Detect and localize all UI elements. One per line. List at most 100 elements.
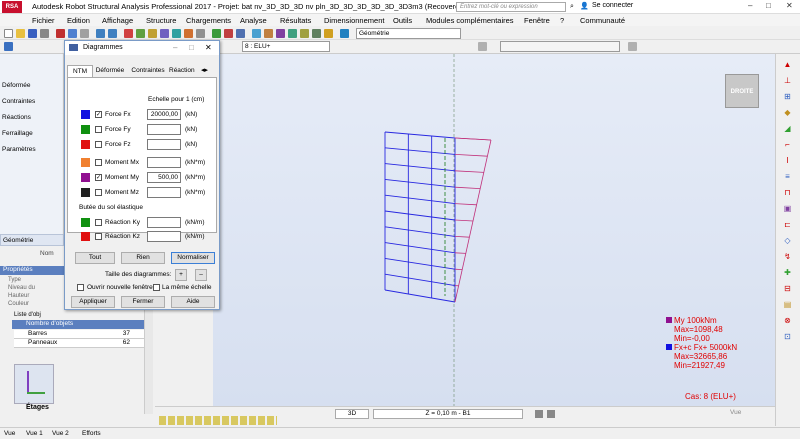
help-button[interactable]: Aide: [171, 296, 215, 308]
moment-my-checkbox[interactable]: ✓: [95, 174, 102, 181]
sections-icon[interactable]: [264, 29, 273, 38]
tool-icon-16[interactable]: ▤: [783, 300, 792, 309]
moment-my-color-swatch[interactable]: [81, 173, 90, 182]
rien-button[interactable]: Rien: [121, 252, 165, 264]
dialog-close-icon[interactable]: ✕: [205, 43, 212, 52]
status-efforts[interactable]: Efforts: [82, 430, 101, 437]
dialog-maximize-icon[interactable]: □: [189, 43, 194, 52]
tool-icon-18[interactable]: ⊡: [783, 332, 792, 341]
tab-deformee[interactable]: Déformée: [94, 67, 126, 77]
tool-icon-1[interactable]: ▲: [783, 60, 792, 69]
item-parametres[interactable]: Paramètres: [2, 146, 36, 153]
nodes-icon[interactable]: [136, 29, 145, 38]
size-plus-button[interactable]: +: [175, 269, 187, 281]
refresh-icon[interactable]: [478, 42, 487, 51]
tool-icon-2[interactable]: ⊥: [783, 76, 792, 85]
tool-icon-14[interactable]: ✚: [783, 268, 792, 277]
size-minus-button[interactable]: –: [195, 269, 207, 281]
item-ferraillage[interactable]: Ferraillage: [2, 130, 33, 137]
menu-outils[interactable]: Outils: [393, 16, 412, 25]
moment-my-scale-input[interactable]: 500,00: [147, 172, 181, 183]
menu-edition[interactable]: Edition: [67, 16, 90, 25]
reaction-ky-color-swatch[interactable]: [81, 218, 90, 227]
force-fz-scale-input[interactable]: [147, 139, 181, 150]
tables-icon[interactable]: [196, 29, 205, 38]
z-coordinate[interactable]: Z = 0,10 m - B1: [373, 409, 523, 419]
tool-icon-10[interactable]: ▣: [783, 204, 792, 213]
paste-icon[interactable]: [80, 29, 89, 38]
search-input[interactable]: Entrez mot-clé ou expression: [456, 2, 566, 12]
bars-icon[interactable]: [148, 29, 157, 38]
status-vue1[interactable]: Vue 1: [26, 430, 43, 437]
open-folder-icon[interactable]: [16, 29, 25, 38]
viewcube[interactable]: DROITE: [725, 74, 759, 108]
select-icon[interactable]: [4, 42, 13, 51]
nav-icon[interactable]: [535, 410, 543, 418]
layers-icon[interactable]: [300, 29, 309, 38]
print-icon[interactable]: [40, 29, 49, 38]
force-fx-checkbox[interactable]: ✓: [95, 111, 102, 118]
save-icon[interactable]: [28, 29, 37, 38]
tool-icon-3[interactable]: ⊞: [783, 92, 792, 101]
maximize-icon[interactable]: □: [766, 1, 771, 10]
item-contraintes[interactable]: Contraintes: [2, 98, 35, 105]
status-vue[interactable]: Vue: [4, 430, 15, 437]
menu-affichage[interactable]: Affichage: [102, 16, 133, 25]
tab-etages[interactable]: Étages: [26, 404, 49, 411]
tool-icon-6[interactable]: ⌐: [783, 140, 792, 149]
menu-fichier[interactable]: Fichier: [32, 16, 55, 25]
apply-button[interactable]: Appliquer: [71, 296, 115, 308]
zoom-icon[interactable]: [236, 29, 245, 38]
tool-icon-4[interactable]: ◆: [783, 108, 792, 117]
model-viewport[interactable]: DROITE My 100kNm Max=1098,48 Min=-0,00 F…: [213, 54, 775, 406]
tab-geometrie[interactable]: Géométrie: [0, 234, 64, 246]
menu-dimensionnement[interactable]: Dimensionnement: [324, 16, 384, 25]
tool-icon-12[interactable]: ◇: [783, 236, 792, 245]
redo-icon[interactable]: [108, 29, 117, 38]
menu-modules[interactable]: Modules complémentaires: [426, 16, 514, 25]
moment-mx-color-swatch[interactable]: [81, 158, 90, 167]
undo-icon[interactable]: [96, 29, 105, 38]
view-mode[interactable]: 3D: [335, 409, 369, 419]
force-fy-checkbox[interactable]: [95, 126, 102, 133]
signin-link[interactable]: Se connecter: [592, 2, 633, 9]
copy-icon[interactable]: [68, 29, 77, 38]
tool-icon-13[interactable]: ↯: [783, 252, 792, 261]
tool-icon-9[interactable]: ⊓: [783, 188, 792, 197]
tab-contraintes[interactable]: Contraintes: [128, 67, 168, 77]
reaction-kz-checkbox[interactable]: [95, 233, 102, 240]
reaction-kz-scale-input[interactable]: [147, 231, 181, 242]
close-button[interactable]: Fermer: [121, 296, 165, 308]
tool-icon-5[interactable]: ◢: [783, 124, 792, 133]
normaliser-button[interactable]: Normaliser: [171, 252, 215, 264]
menu-help[interactable]: ?: [560, 16, 564, 25]
force-fx-color-swatch[interactable]: [81, 110, 90, 119]
new-file-icon[interactable]: [4, 29, 13, 38]
nav-icon[interactable]: [547, 410, 555, 418]
view-3d-icon[interactable]: [252, 29, 261, 38]
same-scale-checkbox[interactable]: [153, 284, 160, 291]
item-reactions[interactable]: Réactions: [2, 114, 31, 121]
materials-icon[interactable]: [276, 29, 285, 38]
moment-mz-color-swatch[interactable]: [81, 188, 90, 197]
view-combo[interactable]: Géométrie: [356, 28, 461, 39]
reaction-ky-scale-input[interactable]: [147, 217, 181, 228]
tab-reaction[interactable]: Réaction: [169, 67, 199, 77]
dims-icon[interactable]: [324, 29, 333, 38]
item-deformee[interactable]: Déformée: [2, 82, 31, 89]
tab-scroll-icon[interactable]: ◂▸: [201, 66, 208, 74]
results-icon[interactable]: [184, 29, 193, 38]
moment-mz-scale-input[interactable]: [147, 187, 181, 198]
new-window-checkbox[interactable]: [77, 284, 84, 291]
tab-ntm[interactable]: NTM: [67, 65, 93, 77]
load-case-combo[interactable]: 8 : ELU+: [242, 41, 330, 52]
tool-icon-15[interactable]: ⊟: [783, 284, 792, 293]
display-toggles[interactable]: [159, 416, 277, 425]
cut-icon[interactable]: [56, 29, 65, 38]
status-vue2[interactable]: Vue 2: [52, 430, 69, 437]
menu-structure[interactable]: Structure: [146, 16, 176, 25]
display-icon[interactable]: [288, 29, 297, 38]
force-fz-color-swatch[interactable]: [81, 140, 90, 149]
menu-resultats[interactable]: Résultats: [280, 16, 311, 25]
supports-icon[interactable]: [160, 29, 169, 38]
